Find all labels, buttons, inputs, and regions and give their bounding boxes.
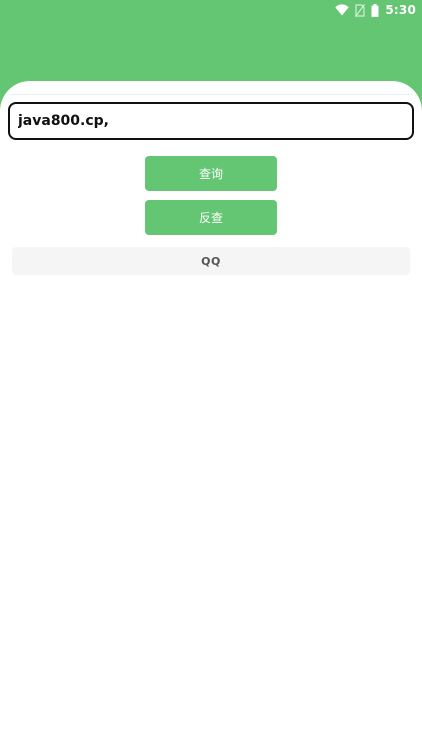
divider [10, 94, 412, 95]
result-display: QQ [12, 247, 410, 275]
status-bar: 5:30 [0, 0, 422, 20]
query-button-label: 查询 [198, 167, 223, 181]
search-input[interactable] [10, 104, 412, 138]
no-sim-icon [355, 3, 366, 17]
search-field[interactable] [8, 102, 414, 140]
status-time: 5:30 [385, 3, 416, 17]
reverse-query-button-label: 反查 [198, 211, 223, 225]
battery-icon [371, 3, 379, 17]
wifi-icon [335, 4, 350, 16]
result-text: QQ [201, 254, 221, 268]
status-icons: 5:30 [335, 2, 416, 18]
reverse-query-button[interactable]: 反查 [145, 200, 277, 235]
query-button[interactable]: 查询 [145, 156, 277, 191]
